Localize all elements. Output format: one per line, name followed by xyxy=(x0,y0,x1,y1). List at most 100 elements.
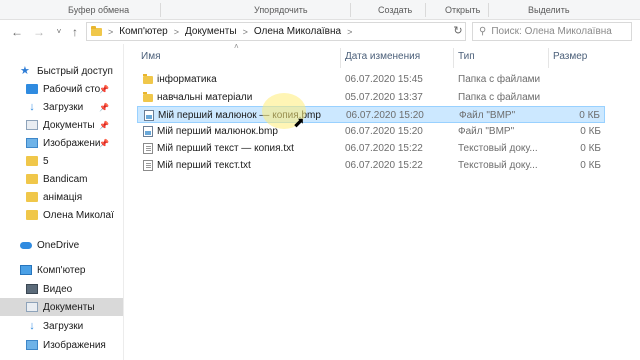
nav-label: Документы xyxy=(43,119,95,131)
refresh-icon[interactable]: ↻ xyxy=(451,23,465,39)
breadcrumb-current-folder[interactable]: Олена Миколаївна xyxy=(254,26,341,37)
right-scroll-area[interactable] xyxy=(622,44,640,360)
documents-icon xyxy=(26,302,38,312)
file-row[interactable]: навчальні матеріали 05.07.2020 13:37 Пап… xyxy=(137,89,605,106)
nav-item-pictures[interactable]: Изображени 📌 xyxy=(0,134,123,152)
ribbon-divider xyxy=(350,3,351,17)
forward-arrow-icon[interactable]: → xyxy=(31,24,47,40)
file-row-selected[interactable]: Мій перший малюнок — копия.bmp 06.07.202… xyxy=(137,106,605,123)
breadcrumb-computer[interactable]: Комп'ютер xyxy=(119,26,167,37)
nav-label: Загрузки xyxy=(43,101,84,113)
nav-label: Изображени xyxy=(43,137,101,149)
search-box[interactable]: ⚲ xyxy=(472,22,632,41)
nav-item-pc-documents[interactable]: Документы xyxy=(0,298,123,316)
pictures-icon xyxy=(26,340,38,350)
mouse-pointer-icon: ⬈ xyxy=(293,114,305,130)
column-divider[interactable] xyxy=(340,48,341,68)
breadcrumb-chevron-icon: > xyxy=(173,26,179,37)
pin-icon[interactable]: 📌 xyxy=(99,121,109,130)
breadcrumb-documents[interactable]: Документы xyxy=(185,26,237,37)
nav-item-videos[interactable]: Видео xyxy=(0,280,123,298)
download-icon: ↓ xyxy=(29,320,35,332)
download-icon: ↓ xyxy=(29,101,35,113)
nav-label: OneDrive xyxy=(37,239,80,251)
ribbon-divider xyxy=(425,3,426,17)
nav-label: Документы xyxy=(43,301,95,313)
file-name: інформатика xyxy=(157,74,217,85)
video-icon xyxy=(26,284,38,294)
nav-label: Изображения xyxy=(43,339,106,351)
file-size: 0 КБ xyxy=(580,143,601,154)
file-row[interactable]: Мій перший текст — копия.txt 06.07.2020 … xyxy=(137,140,605,157)
column-header-name[interactable]: Имя xyxy=(141,51,160,65)
recent-chevron-down-icon[interactable]: ˅ xyxy=(51,24,67,40)
file-row[interactable]: Мій перший малюнок.bmp 06.07.2020 15:20 … xyxy=(137,123,605,140)
nav-label: анімація xyxy=(43,191,83,203)
sort-chevron-up-icon: ˄ xyxy=(234,42,239,51)
file-type: Папка с файлами xyxy=(458,74,541,85)
file-type: Файл "BMP" xyxy=(459,110,516,121)
pin-icon[interactable]: 📌 xyxy=(99,103,109,112)
search-icon: ⚲ xyxy=(479,26,487,37)
file-type: Текстовый доку... xyxy=(458,143,538,154)
back-arrow-icon[interactable]: ← xyxy=(9,24,25,40)
breadcrumb-chevron-icon: > xyxy=(108,26,114,37)
file-size: 0 КБ xyxy=(580,126,601,137)
ribbon-group-clipboard[interactable]: Буфер обмена xyxy=(68,5,129,15)
text-file-icon xyxy=(143,160,153,171)
address-bar[interactable]: > Комп'ютер > Документы > Олена Миколаїв… xyxy=(86,22,466,41)
column-divider[interactable] xyxy=(548,48,549,68)
nav-label: Загрузки xyxy=(43,320,84,332)
nav-item-animation[interactable]: анімація xyxy=(0,188,123,206)
nav-label: Быстрый доступ xyxy=(37,65,113,77)
desktop-icon xyxy=(26,84,38,94)
file-row[interactable]: Мій перший текст.txt 06.07.2020 15:22 Те… xyxy=(137,157,605,174)
ribbon-group-new[interactable]: Создать xyxy=(378,5,412,15)
nav-item-downloads[interactable]: ↓ Загрузки 📌 xyxy=(0,98,123,116)
nav-label: Видео xyxy=(43,283,73,295)
file-date: 05.07.2020 13:37 xyxy=(345,92,423,103)
ribbon-group-open[interactable]: Открыть xyxy=(445,5,480,15)
bitmap-file-icon xyxy=(144,110,154,121)
nav-item-pc-downloads[interactable]: ↓ Загрузки xyxy=(0,317,123,335)
documents-icon xyxy=(26,120,38,130)
nav-this-pc[interactable]: Комп'ютер xyxy=(0,261,123,279)
file-row[interactable]: інформатика 06.07.2020 15:45 Папка с фай… xyxy=(137,71,605,88)
nav-item-bandicam[interactable]: Bandicam xyxy=(0,170,123,188)
file-name: навчальні матеріали xyxy=(157,92,253,103)
column-header-type[interactable]: Тип xyxy=(458,51,475,65)
nav-quick-access[interactable]: ★ Быстрый доступ xyxy=(0,62,123,80)
file-date: 06.07.2020 15:22 xyxy=(345,160,423,171)
breadcrumb-chevron-icon: > xyxy=(242,26,248,37)
ribbon-group-select[interactable]: Выделить xyxy=(528,5,570,15)
file-type: Файл "BMP" xyxy=(458,126,515,137)
file-date: 06.07.2020 15:45 xyxy=(345,74,423,85)
nav-item-olena[interactable]: Олена Миколаї xyxy=(0,206,123,224)
nav-item-documents[interactable]: Документы 📌 xyxy=(0,116,123,134)
nav-item-folder-5[interactable]: 5 xyxy=(0,152,123,170)
nav-label: Bandicam xyxy=(43,173,88,185)
up-arrow-icon[interactable]: ↑ xyxy=(67,24,83,40)
pin-icon[interactable]: 📌 xyxy=(99,85,109,94)
folder-icon xyxy=(26,192,38,202)
file-size: 0 КБ xyxy=(580,160,601,171)
file-type: Текстовый доку... xyxy=(458,160,538,171)
pictures-icon xyxy=(26,138,38,148)
pin-icon[interactable]: 📌 xyxy=(99,139,109,148)
column-header-size[interactable]: Размер xyxy=(553,51,587,65)
column-divider[interactable] xyxy=(453,48,454,68)
file-date: 06.07.2020 15:20 xyxy=(346,110,424,121)
nav-onedrive[interactable]: OneDrive xyxy=(0,236,123,254)
search-input[interactable] xyxy=(491,26,627,37)
address-row: ← → ˅ ↑ > Комп'ютер > Документы > Олена … xyxy=(0,20,640,44)
column-header-date[interactable]: Дата изменения xyxy=(345,51,420,65)
nav-item-pc-pictures[interactable]: Изображения xyxy=(0,336,123,354)
ribbon-group-organize[interactable]: Упорядочить xyxy=(254,5,308,15)
folder-icon xyxy=(26,174,38,184)
nav-label: 5 xyxy=(43,155,49,167)
nav-item-desktop[interactable]: Рабочий сто 📌 xyxy=(0,80,123,98)
file-name: Мій перший малюнок.bmp xyxy=(157,126,278,137)
file-size: 0 КБ xyxy=(579,110,600,121)
file-date: 06.07.2020 15:22 xyxy=(345,143,423,154)
nav-label: Комп'ютер xyxy=(37,264,86,276)
